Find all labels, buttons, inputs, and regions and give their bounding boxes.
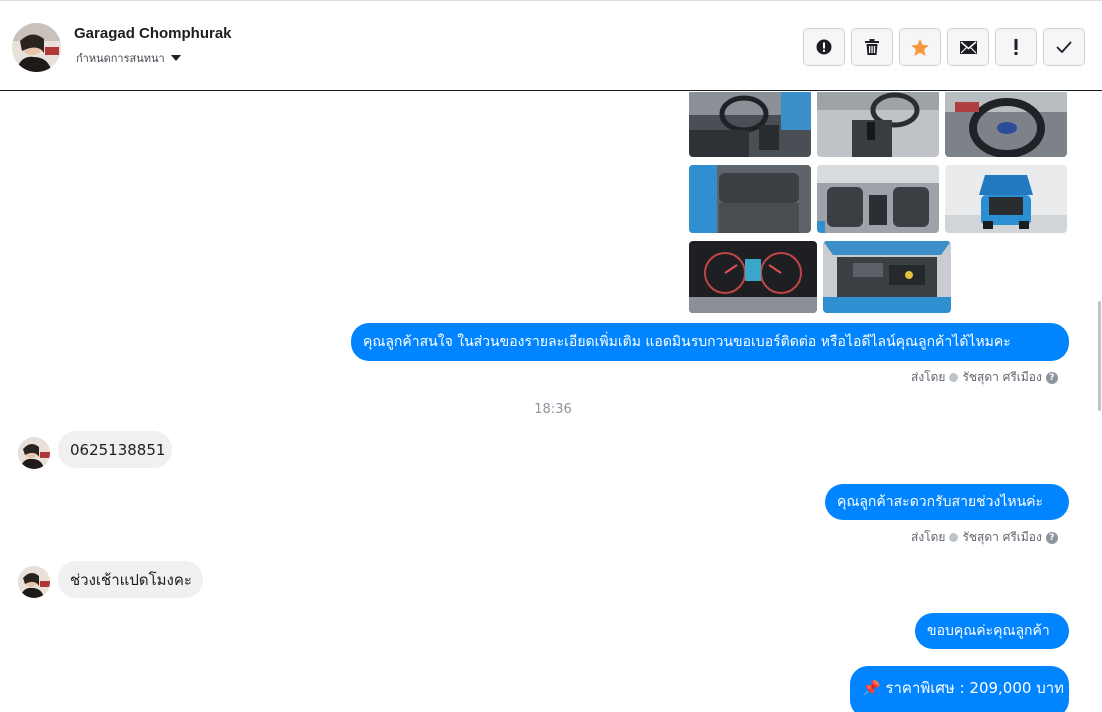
exclamation-icon: [1014, 39, 1018, 55]
help-icon[interactable]: ?: [1045, 371, 1058, 384]
star-button[interactable]: [899, 28, 941, 66]
message-text: คุณลูกค้าสนใจ ในส่วนของรายละเอียดเพิ่มเต…: [363, 334, 1011, 350]
message-timestamp: 18:36: [534, 402, 572, 417]
message-text: ขอบคุณค่ะคุณลูกค้า: [927, 623, 1050, 639]
sent-by-info: ส่งโดย รัชสุดา ศรีเมือง ?: [911, 528, 1058, 547]
envelope-icon: [959, 40, 977, 54]
incoming-message[interactable]: ช่วงเช้าแปดโมงคะ: [58, 561, 203, 598]
car-photo-rear-seats[interactable]: [689, 165, 811, 233]
important-button[interactable]: [995, 28, 1037, 66]
mark-spam-button[interactable]: [803, 28, 845, 66]
outgoing-message[interactable]: คุณลูกค้าสนใจ ในส่วนของรายละเอียดเพิ่มเต…: [351, 323, 1069, 361]
contact-name[interactable]: Garagad Chomphurak: [74, 25, 232, 42]
car-photo-dashboard[interactable]: [689, 92, 811, 157]
scrollbar-thumb[interactable]: [1098, 301, 1101, 411]
incoming-message[interactable]: 0625138851: [58, 431, 172, 468]
message-text: ช่วงเช้าแปดโมงคะ: [70, 570, 192, 589]
sent-by-info: ส่งโดย รัชสุดา ศรีเมือง ?: [911, 368, 1058, 387]
done-button[interactable]: [1043, 28, 1085, 66]
star-icon: [911, 38, 929, 56]
delete-button[interactable]: [851, 28, 893, 66]
car-photo-front-seats[interactable]: [817, 165, 939, 233]
car-photo-hatch-open[interactable]: [945, 165, 1067, 233]
outgoing-message[interactable]: คุณลูกค้าสะดวกรับสายช่วงไหนค่ะ: [825, 484, 1069, 520]
message-text: 📌 ราคาพิเศษ : 209,000 บาท: [862, 679, 1065, 697]
car-photo-engine-bay[interactable]: [823, 241, 951, 313]
agent-status-icon: [949, 533, 959, 542]
caret-down-icon: [170, 55, 181, 61]
alert-circle-icon: [816, 39, 832, 55]
scrollbar[interactable]: [1096, 91, 1102, 712]
checkmark-icon: [1056, 41, 1072, 53]
contact-avatar-small[interactable]: [18, 437, 50, 469]
message-text: คุณลูกค้าสะดวกรับสายช่วงไหนค่ะ: [837, 494, 1044, 510]
car-photo-steering-wheel[interactable]: [945, 92, 1067, 157]
contact-avatar-small[interactable]: [18, 566, 50, 598]
conversation-status-label: กำหนดการสนทนา: [76, 52, 165, 65]
sent-by-label: ส่งโดย: [911, 530, 946, 544]
car-photo-instrument-cluster[interactable]: [689, 241, 817, 313]
trash-icon: [865, 39, 879, 55]
agent-name[interactable]: รัชสุดา ศรีเมือง: [962, 368, 1041, 387]
agent-status-icon: [949, 373, 959, 382]
agent-name[interactable]: รัชสุดา ศรีเมือง: [962, 528, 1041, 547]
message-thread[interactable]: คุณลูกค้าสนใจ ในส่วนของรายละเอียดเพิ่มเต…: [0, 92, 1096, 712]
outgoing-message[interactable]: ขอบคุณค่ะคุณลูกค้า: [915, 613, 1069, 649]
contact-avatar[interactable]: [12, 23, 61, 72]
sent-by-label: ส่งโดย: [911, 370, 946, 384]
conversation-header: Garagad Chomphurak กำหนดการสนทนา: [0, 0, 1102, 91]
mark-unread-button[interactable]: [947, 28, 989, 66]
message-text: 0625138851: [70, 440, 166, 459]
conversation-status-dropdown[interactable]: กำหนดการสนทนา: [76, 49, 181, 67]
help-icon[interactable]: ?: [1045, 531, 1058, 544]
car-photo-gear-shift[interactable]: [817, 92, 939, 157]
header-actions: [803, 28, 1085, 66]
outgoing-message[interactable]: 📌 ราคาพิเศษ : 209,000 บาท: [850, 666, 1069, 712]
